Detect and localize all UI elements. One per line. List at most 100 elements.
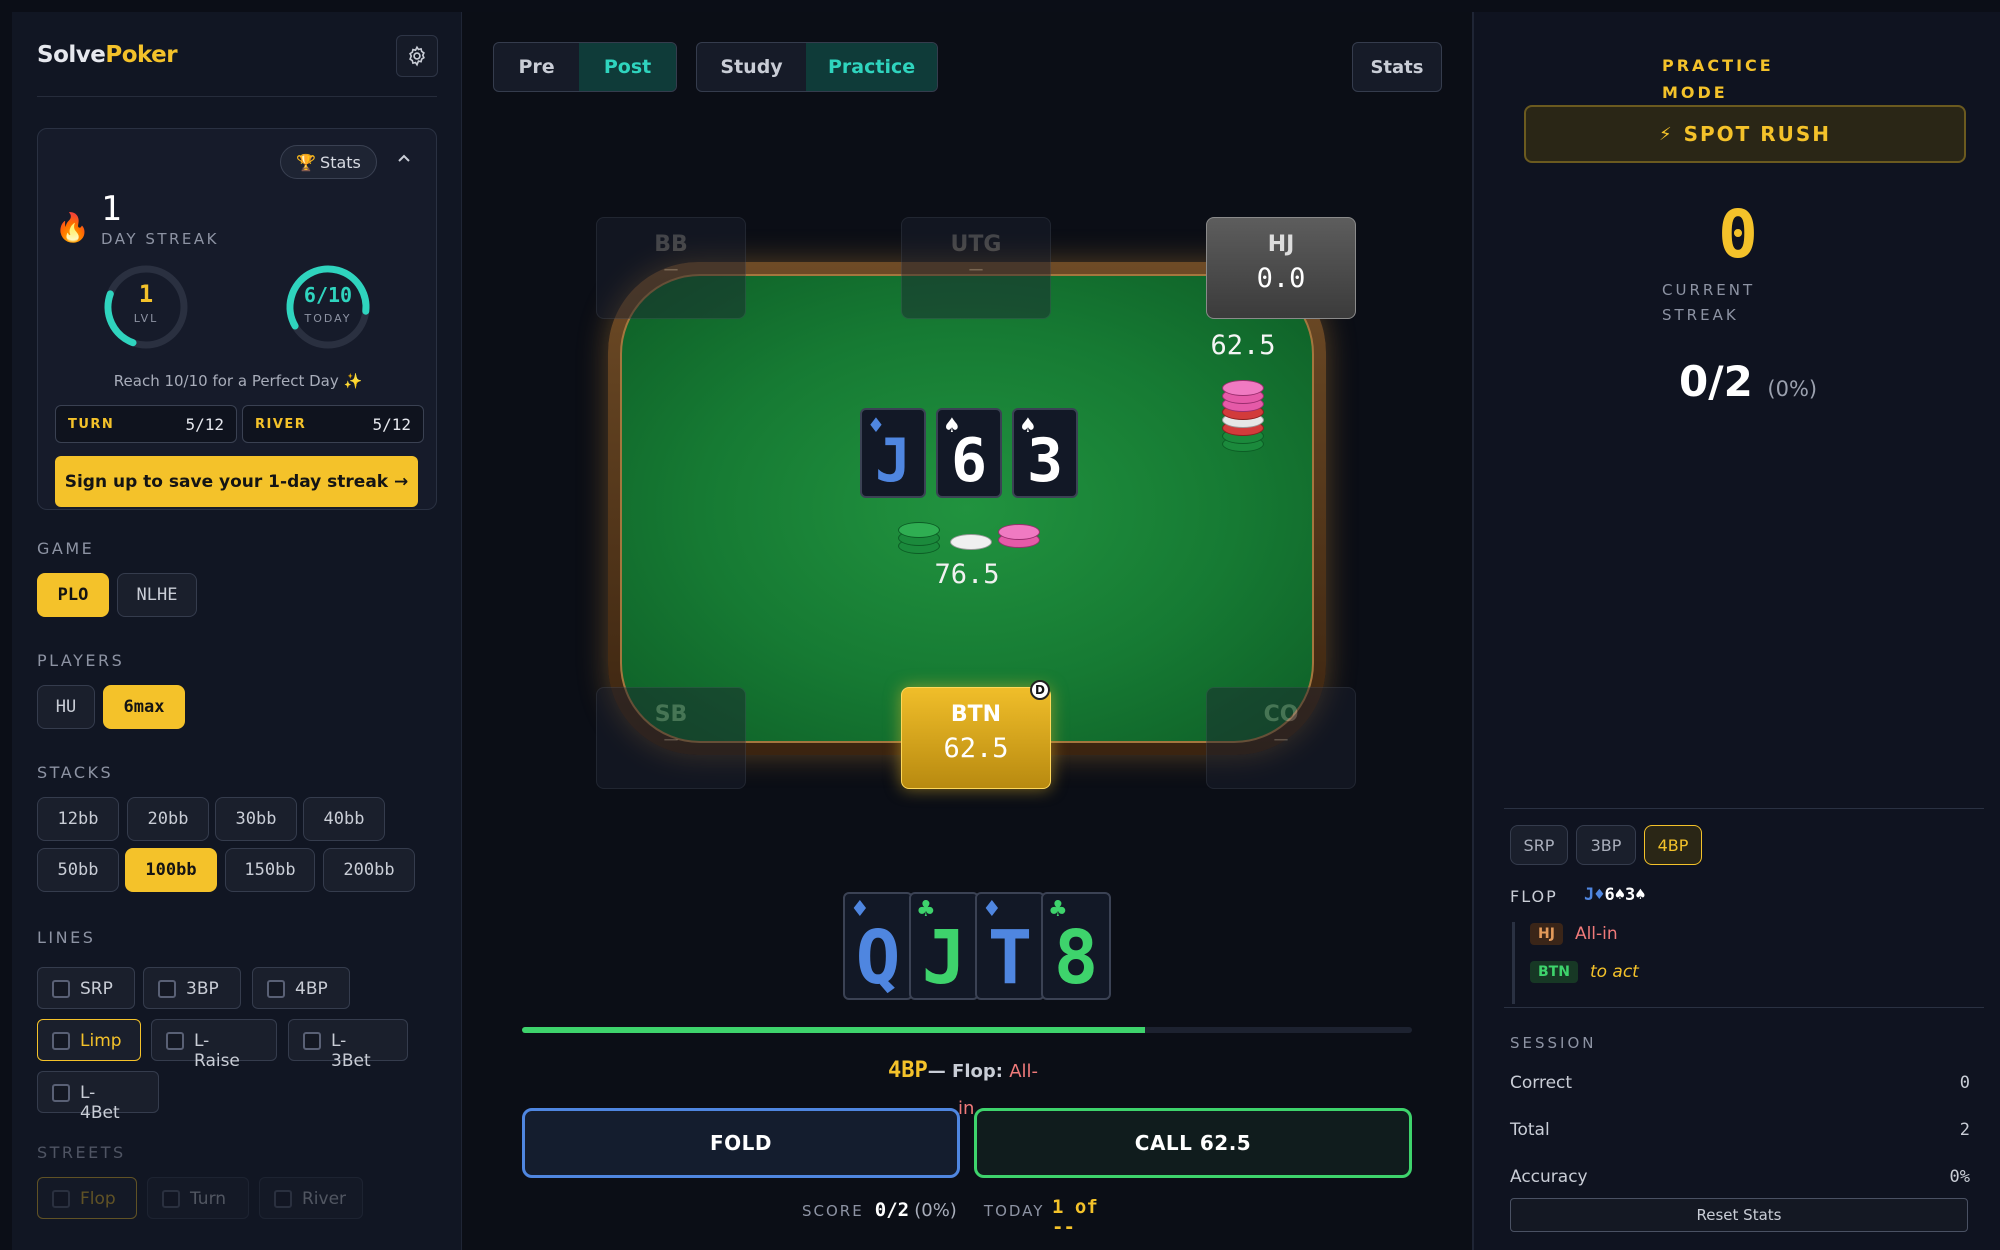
checkbox-label: L- Raise <box>194 1031 240 1072</box>
lines-checkbox-l-3bet[interactable]: L- 3Bet <box>288 1019 408 1071</box>
players-chip-6max[interactable]: 6max <box>103 685 185 729</box>
today-footer-value: 1 of -- <box>1052 1194 1098 1240</box>
street-mode-toggle: Pre Post <box>493 42 677 92</box>
hero-card: ♣ J <box>909 892 979 1000</box>
app-root: SolvePoker 🏆 Stats 🔥 1 DAY STREAK 1 LVL 6… <box>0 0 2000 1250</box>
seat-stack: — <box>664 727 678 752</box>
pot-type-3bp[interactable]: 3BP <box>1576 825 1636 865</box>
checkbox-label: SRP <box>80 979 113 999</box>
stacks-chip-150bb[interactable]: 150bb <box>225 848 315 892</box>
trophy-icon: 🏆 <box>296 152 317 172</box>
streets-checkbox-turn[interactable]: Turn <box>147 1177 249 1219</box>
lines-checkbox-limp[interactable]: Limp <box>37 1019 141 1061</box>
current-streak-value: 0 <box>1718 196 1758 273</box>
checkbox-label: Turn <box>190 1189 227 1209</box>
stacks-chip-200bb[interactable]: 200bb <box>323 848 415 892</box>
signup-button[interactable]: Sign up to save your 1-day streak → <box>55 456 418 507</box>
spot-action: All- <box>1009 1061 1039 1082</box>
spot-rush-button[interactable]: ⚡ SPOT RUSH <box>1524 105 1966 163</box>
card-rank: J <box>874 426 912 496</box>
hj-bet-chips <box>1222 372 1264 462</box>
river-label: RIVER <box>255 416 307 432</box>
correct-value: 0 <box>1959 1073 1970 1093</box>
main-table-area: Pre Post Study Practice Stats BB — UTG — HJ 0… <box>462 12 1472 1250</box>
lines-checkbox-srp[interactable]: SRP <box>37 967 135 1009</box>
seat-position: CO <box>1263 702 1299 727</box>
tab-pre[interactable]: Pre <box>494 43 579 91</box>
left-sidebar: SolvePoker 🏆 Stats 🔥 1 DAY STREAK 1 LVL 6… <box>12 12 462 1250</box>
chevron-up-icon[interactable] <box>396 151 412 167</box>
practice-mode-label: PRACTICE MODE <box>1662 52 1792 106</box>
score-pct: (0%) <box>914 1200 957 1221</box>
checkbox-box <box>52 1190 70 1208</box>
hj-bet-amount: 62.5 <box>1210 330 1276 361</box>
checkbox-box <box>52 1032 70 1050</box>
score-value: 0/2 <box>874 1199 910 1221</box>
level-label: LVL <box>133 312 159 325</box>
stacks-chip-50bb[interactable]: 50bb <box>37 848 119 892</box>
action-pos-hj: HJ <box>1530 923 1563 945</box>
spot-street: — Flop: <box>927 1061 1010 1082</box>
streets-checkbox-flop[interactable]: Flop <box>37 1177 137 1219</box>
streets-checkbox-river[interactable]: River <box>259 1177 363 1219</box>
settings-button[interactable] <box>396 35 438 77</box>
pot-type-4bp[interactable]: 4BP <box>1644 825 1702 865</box>
board-card: ♠ 3 <box>1012 408 1078 498</box>
fold-button[interactable]: FOLD <box>522 1108 960 1178</box>
seat-position: SB <box>654 702 688 727</box>
pot-type-srp[interactable]: SRP <box>1510 825 1568 865</box>
spot-description: 4BP— Flop: All- <box>888 1055 1188 1088</box>
flop-card-glyph: ♦ <box>1594 885 1605 905</box>
seat-utg: UTG — <box>901 217 1051 319</box>
checkbox-box <box>303 1032 321 1050</box>
stacks-chip-12bb[interactable]: 12bb <box>37 797 119 841</box>
flop-card-glyph: ♠ <box>1614 885 1625 905</box>
checkbox-label: River <box>302 1189 347 1209</box>
lines-checkbox-3bp[interactable]: 3BP <box>143 967 241 1009</box>
stacks-chip-100bb[interactable]: 100bb <box>125 848 217 892</box>
game-chip-plo[interactable]: PLO <box>37 573 109 617</box>
call-button[interactable]: CALL 62.5 <box>974 1108 1412 1178</box>
streets-section-title: STREETS <box>37 1143 126 1162</box>
logo-solve: Solve <box>37 42 106 68</box>
tab-practice[interactable]: Practice <box>806 43 937 91</box>
seat-sb: SB — <box>596 687 746 789</box>
stacks-chip-20bb[interactable]: 20bb <box>127 797 209 841</box>
game-chip-nlhe[interactable]: NLHE <box>117 573 197 617</box>
spot-tag: 4BP <box>888 1058 928 1083</box>
pot-chips <box>898 512 1048 562</box>
stacks-chip-30bb[interactable]: 30bb <box>215 797 297 841</box>
practice-mode-label-line2: MODE <box>1662 83 1728 102</box>
today-label: TODAY <box>304 312 352 325</box>
checkbox-label: Flop <box>80 1189 116 1209</box>
streak-card: 🏆 Stats 🔥 1 DAY STREAK 1 LVL 6/10 TODAY R… <box>37 128 437 510</box>
tab-study[interactable]: Study <box>697 43 806 91</box>
ratio-value: 0/2 <box>1679 357 1753 406</box>
card-rank: Q <box>855 915 901 1001</box>
lines-checkbox-l-4bet[interactable]: L- 4Bet <box>37 1071 159 1123</box>
checkbox-box <box>267 980 285 998</box>
total-value: 2 <box>1959 1120 1970 1140</box>
tab-post[interactable]: Post <box>579 43 676 91</box>
seat-btn: BTN 62.5 <box>901 687 1051 789</box>
card-rank: 6 <box>950 426 988 496</box>
players-chip-hu[interactable]: HU <box>37 685 95 729</box>
lines-section-title: LINES <box>37 928 96 947</box>
lines-checkbox-4bp[interactable]: 4BP <box>252 967 350 1009</box>
divider <box>37 96 437 97</box>
stats-pill-button[interactable]: 🏆 Stats <box>280 145 377 179</box>
reset-stats-button[interactable]: Reset Stats <box>1510 1198 1968 1232</box>
logo: SolvePoker <box>37 42 178 68</box>
game-section-title: GAME <box>37 539 95 558</box>
study-mode-toggle: Study Practice <box>696 42 938 92</box>
divider <box>1504 1007 1984 1008</box>
pot-amount: 76.5 <box>934 559 1000 590</box>
flop-cards-text: J♦6♠3♠ <box>1584 885 1646 905</box>
stats-button[interactable]: Stats <box>1352 42 1442 92</box>
stacks-chip-40bb[interactable]: 40bb <box>303 797 385 841</box>
lines-checkbox-l-raise[interactable]: L- Raise <box>151 1019 277 1071</box>
spot-rush-label: SPOT RUSH <box>1683 122 1832 146</box>
ratio-pct: (0%) <box>1767 377 1818 401</box>
spot-action-wrap: in <box>958 1098 975 1119</box>
seat-co: CO — <box>1206 687 1356 789</box>
